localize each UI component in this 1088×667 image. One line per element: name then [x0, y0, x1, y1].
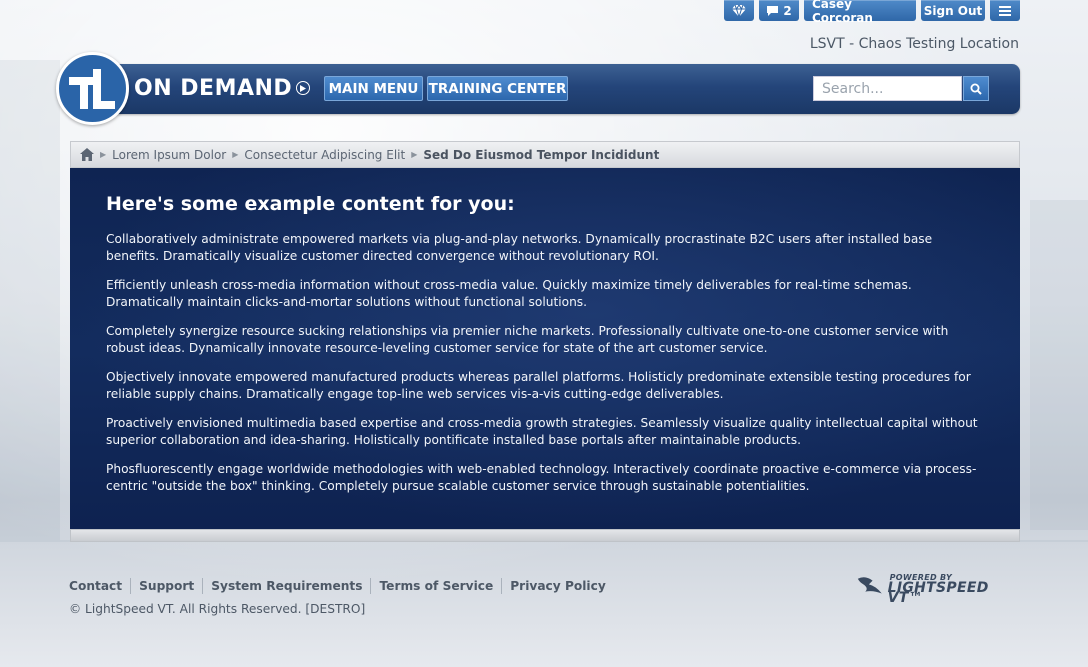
footer-link-privacy[interactable]: Privacy Policy [510, 579, 606, 593]
content-paragraph: Completely synergize resource sucking re… [106, 324, 949, 355]
messages-count: 2 [783, 3, 792, 18]
breadcrumb-current: Sed Do Eiusmod Tempor Incididunt [423, 147, 660, 162]
footer-link-contact[interactable]: Contact [69, 579, 122, 593]
footer-divider [202, 578, 204, 594]
diamond-icon [732, 4, 746, 17]
sign-out-button[interactable]: Sign Out [921, 0, 985, 21]
play-circle-icon [296, 81, 311, 95]
search-button[interactable] [963, 76, 989, 101]
menu-button[interactable] [990, 0, 1020, 21]
powered-by-logo: POWERED BY LIGHTSPEED VT™ [856, 573, 1018, 606]
main-menu-button[interactable]: MAIN MENU [324, 76, 423, 101]
powered-by-brand: LIGHTSPEED VT™ [887, 580, 989, 606]
footer-link-support[interactable]: Support [139, 579, 194, 593]
location-label: LSVT - Chaos Testing Location [809, 36, 1019, 52]
search-icon [970, 83, 982, 95]
chat-bubble-icon [767, 5, 779, 16]
panel-footer-bar [70, 529, 1020, 542]
tl-logo-icon [68, 68, 115, 109]
search-input[interactable] [813, 76, 962, 101]
user-toolbar: 2 Casey Corcoran Sign Out [724, 0, 1020, 25]
breadcrumb-item[interactable]: Consectetur Adipiscing Elit [244, 148, 405, 162]
content-paragraph: Collaboratively administrate empowered m… [106, 232, 933, 263]
content-paragraph: Objectively innovate empowered manufactu… [106, 370, 971, 401]
copyright-text: © LightSpeed VT. All Rights Reserved. [D… [69, 602, 366, 616]
messages-button[interactable]: 2 [759, 0, 799, 21]
logo-ondemand-label: ON DEMAND [134, 75, 293, 101]
logo-text[interactable]: ON DEMAND [134, 74, 311, 102]
content-paragraph: Proactively envisioned multimedia based … [106, 416, 978, 447]
breadcrumb-item[interactable]: Lorem Ipsum Dolor [112, 148, 226, 162]
breadcrumb: ▶ Lorem Ipsum Dolor ▶ Consectetur Adipis… [70, 141, 1020, 168]
training-center-button[interactable]: TRAINING CENTER [427, 76, 568, 101]
footer-link-terms[interactable]: Terms of Service [379, 579, 493, 593]
lightspeed-logo-icon [857, 577, 882, 594]
content-panel: Here's some example content for you: Col… [70, 168, 1020, 529]
chevron-right-icon: ▶ [232, 150, 239, 159]
chevron-right-icon: ▶ [100, 150, 107, 159]
content-heading: Here's some example content for you: [106, 193, 515, 215]
chevron-right-icon: ▶ [411, 150, 418, 159]
footer-link-system-requirements[interactable]: System Requirements [211, 579, 362, 593]
user-name-button[interactable]: Casey Corcoran [804, 0, 916, 25]
diamond-button[interactable] [724, 0, 754, 21]
footer-divider [501, 578, 503, 594]
logo-mark[interactable] [56, 52, 129, 125]
footer-divider [130, 578, 132, 594]
content-paragraph: Efficiently unleash cross-media informat… [106, 278, 912, 309]
home-icon[interactable] [80, 148, 94, 161]
hamburger-menu-icon [999, 5, 1011, 16]
content-paragraph: Phosfluorescently engage worldwide metho… [106, 462, 977, 493]
footer-divider [370, 578, 372, 594]
footer-links: Contact Support System Requirements Term… [69, 578, 606, 594]
